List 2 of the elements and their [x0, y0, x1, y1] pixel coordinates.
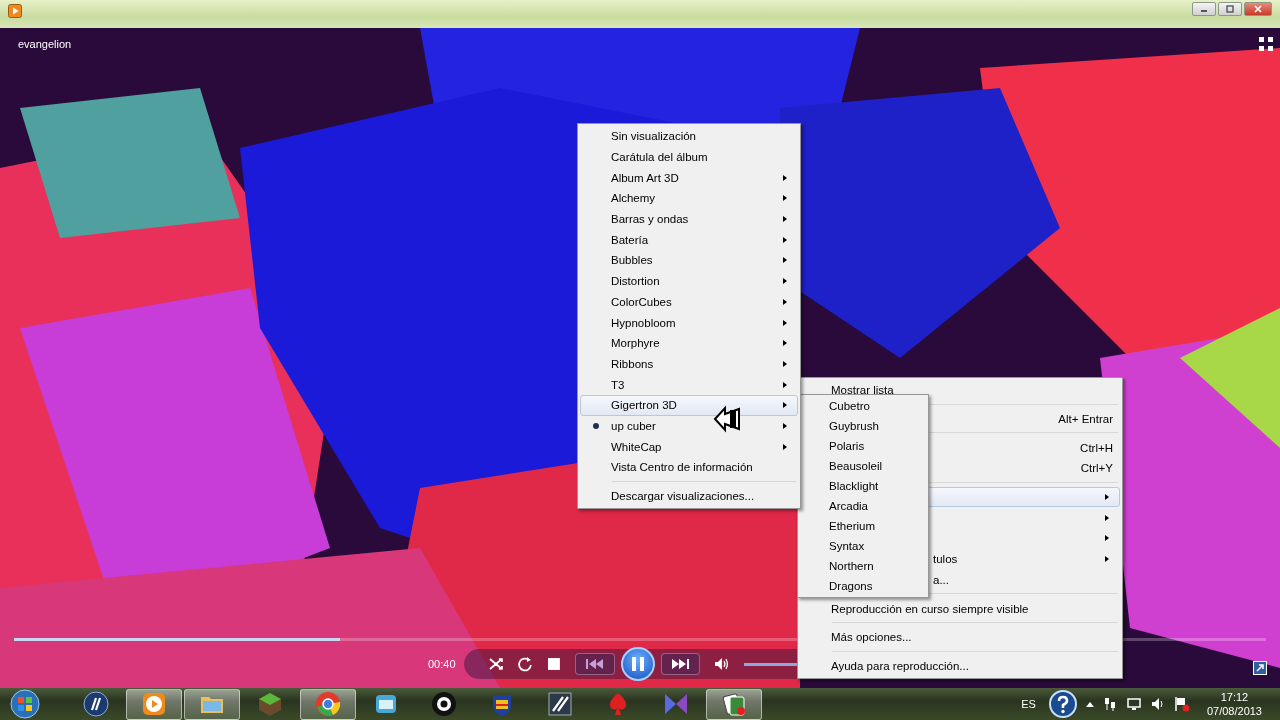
media-title: evangelion	[18, 38, 72, 50]
elapsed-time: 00:40	[428, 658, 456, 670]
